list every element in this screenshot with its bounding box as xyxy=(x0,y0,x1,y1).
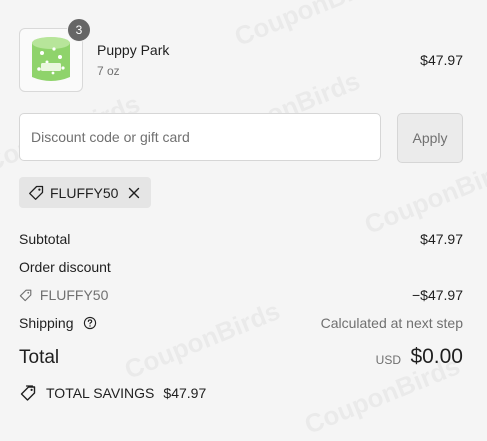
order-discount-row: Order discount xyxy=(19,259,463,279)
applied-code-label: FLUFFY50 xyxy=(50,184,119,201)
shipping-label-group: Shipping xyxy=(19,315,97,331)
discount-code-row: FLUFFY50 −$47.97 xyxy=(19,287,463,307)
subtotal-value: $47.97 xyxy=(420,231,463,247)
discount-code-input[interactable] xyxy=(19,113,381,161)
shipping-row: Shipping Calculated at next step xyxy=(19,315,463,335)
watermark: CouponBirds xyxy=(360,150,487,240)
subtotal-label: Subtotal xyxy=(19,231,71,247)
total-value: $0.00 xyxy=(410,345,463,368)
tag-icon xyxy=(28,185,44,201)
currency-code: USD xyxy=(375,353,401,367)
shipping-label: Shipping xyxy=(19,315,74,331)
total-row: Total USD $0.00 xyxy=(19,344,463,372)
savings-tag-icon xyxy=(19,384,37,402)
total-label: Total xyxy=(19,347,60,368)
product-name: Puppy Park xyxy=(97,42,170,58)
applied-discount-chip: FLUFFY50 xyxy=(19,177,151,208)
discount-code-text: FLUFFY50 xyxy=(39,287,109,303)
order-discount-label: Order discount xyxy=(19,259,111,275)
apply-button[interactable]: Apply xyxy=(397,113,463,163)
watermark: CouponBirds xyxy=(120,295,284,385)
line-item: 3 Puppy Park 7 oz $47.97 xyxy=(19,18,463,92)
discount-value: −$47.97 xyxy=(412,287,463,303)
product-price: $47.97 xyxy=(420,52,463,68)
total-savings: TOTAL SAVINGS $47.97 xyxy=(19,383,206,403)
quantity-badge: 3 xyxy=(67,18,91,42)
subtotal-row: Subtotal $47.97 xyxy=(19,231,463,251)
tag-icon xyxy=(19,289,32,302)
product-variant: 7 oz xyxy=(97,64,120,78)
savings-label: TOTAL SAVINGS xyxy=(46,385,155,401)
help-circle-icon[interactable] xyxy=(83,316,97,330)
shipping-value: Calculated at next step xyxy=(320,315,463,331)
remove-discount-close-icon[interactable] xyxy=(127,186,141,200)
savings-value: $47.97 xyxy=(163,385,207,401)
discount-code-line: FLUFFY50 xyxy=(19,287,108,303)
product-thumbnail: 3 xyxy=(19,18,91,92)
